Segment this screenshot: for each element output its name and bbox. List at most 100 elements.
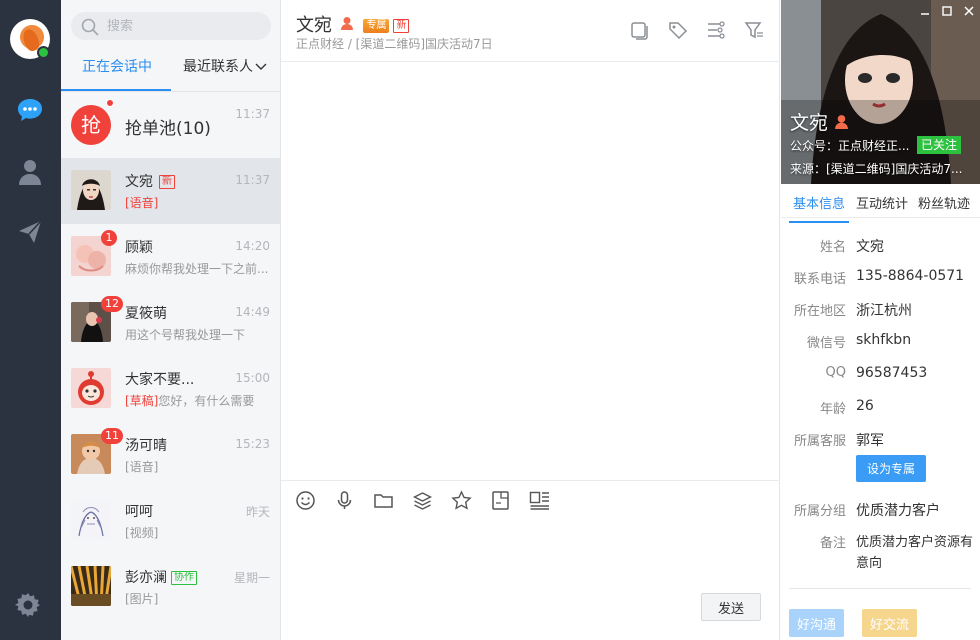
message-preview: [草稿]您好，有什么需要	[125, 394, 255, 408]
tag-good-exchange[interactable]: 好交流	[862, 609, 918, 637]
profile-tabs: 基本信息 互动统计 粉丝轨迹	[781, 184, 980, 223]
funnel-filter-icon[interactable]	[744, 20, 764, 40]
source-channel: 来源：[渠道二维码]国庆活动7...	[790, 162, 963, 176]
order-pool-item[interactable]: 抢 抢单池(10) 11:37	[61, 93, 280, 157]
message-time: 昨天	[245, 505, 270, 519]
tag-good-communication[interactable]: 好沟通	[789, 609, 845, 637]
divider	[789, 588, 971, 589]
search-icon	[81, 18, 99, 36]
official-account: 公众号：正点财经正...	[790, 139, 910, 153]
layers-icon[interactable]	[412, 490, 433, 511]
document-icon[interactable]	[490, 490, 511, 511]
composer-toolbar	[295, 490, 550, 511]
search-input[interactable]	[107, 12, 257, 40]
message-preview: [图片]	[125, 592, 159, 606]
copy-icon[interactable]	[630, 20, 650, 40]
minimize-icon[interactable]	[920, 5, 930, 15]
order-pool-time: 11:37	[235, 107, 270, 121]
exclusive-badge: 专属	[363, 19, 390, 33]
collaboration-badge: 协作	[171, 571, 197, 585]
message-preview: [语音]	[125, 196, 159, 210]
set-exclusive-button[interactable]: 设为专属	[856, 455, 926, 482]
message-time: 14:20	[235, 239, 270, 253]
list-item[interactable]: 12 夏筱萌 14:49 用这个号帮我处理一下	[61, 290, 280, 356]
settings-gear-icon[interactable]	[15, 592, 45, 622]
tab-fan-trajectory[interactable]: 粉丝轨迹	[918, 193, 970, 212]
unread-count-badge: 11	[101, 428, 123, 444]
tab-active-sessions[interactable]: 正在会话中	[61, 58, 171, 91]
message-preview: [视频]	[125, 526, 159, 540]
message-preview: [语音]	[125, 460, 159, 474]
new-badge: 新	[159, 175, 175, 189]
tab-recent-label: 最近联系人	[183, 59, 253, 75]
contacts-nav-icon[interactable]	[15, 157, 45, 187]
avatar	[71, 170, 111, 210]
chat-nav-icon[interactable]	[15, 95, 45, 125]
close-icon[interactable]	[964, 5, 974, 16]
contact-name: 顾颖	[125, 240, 153, 256]
contact-name: 汤可晴	[125, 438, 167, 454]
message-area[interactable]	[281, 62, 780, 480]
order-pool-icon: 抢	[71, 105, 111, 145]
message-time: 11:37	[235, 173, 270, 187]
contact-name: 大家不要...	[125, 372, 195, 388]
microphone-icon[interactable]	[334, 490, 355, 511]
new-badge: 新	[393, 19, 410, 33]
online-status-dot	[37, 46, 50, 59]
avatar	[71, 566, 111, 606]
profile-panel: 文宛 公众号：正点财经正... 已关注 来源：[渠道二维码]国庆活动7... 基…	[781, 0, 980, 640]
message-preview: 用这个号帮我处理一下	[125, 328, 246, 342]
list-item[interactable]: 文宛新 11:37 [语音]	[61, 158, 280, 224]
list-item[interactable]: 大家不要... 15:00 [草稿]您好，有什么需要	[61, 356, 280, 422]
contact-name: 彭亦澜 协作	[125, 567, 197, 587]
emoji-icon[interactable]	[295, 490, 316, 511]
chat-subtitle: 正点财经 / [渠道二维码]国庆活动7日	[296, 37, 493, 51]
message-time: 14:49	[235, 305, 270, 319]
list-item[interactable]: 1 顾颖 14:20 麻烦你帮我处理一下之前...	[61, 224, 280, 290]
chat-panel: 文宛 专属新 正点财经 / [渠道二维码]国庆活动7日 发送	[281, 0, 780, 640]
person-icon	[340, 17, 353, 30]
contact-name: 夏筱萌	[125, 306, 167, 322]
order-pool-name: 抢单池(10)	[125, 119, 211, 139]
unread-count-badge: 12	[101, 296, 123, 312]
tab-recent-contacts[interactable]: 最近联系人	[183, 58, 267, 86]
search-box[interactable]	[71, 12, 271, 40]
chat-header: 文宛 专属新 正点财经 / [渠道二维码]国庆活动7日	[281, 0, 780, 62]
unread-count-badge: 1	[101, 230, 117, 246]
composer: 发送	[281, 480, 780, 640]
avatar	[71, 500, 111, 540]
unread-dot	[106, 99, 114, 107]
tab-basic-info[interactable]: 基本信息	[788, 193, 850, 223]
person-icon	[835, 115, 848, 129]
contact-name: 呵呵	[125, 504, 153, 520]
list-item[interactable]: 11 汤可晴 15:23 [语音]	[61, 422, 280, 488]
list-tabs: 正在会话中 最近联系人	[61, 52, 280, 92]
avatar	[71, 368, 111, 408]
contact-name: 文宛新	[125, 171, 175, 191]
followed-badge: 已关注	[917, 136, 961, 154]
folder-icon[interactable]	[373, 490, 394, 511]
note-value: 优质潜力客户资源有意向	[856, 535, 974, 571]
message-time: 15:00	[235, 371, 270, 385]
list-item[interactable]: 呵呵 昨天 [视频]	[61, 488, 280, 554]
chat-title: 文宛 专属新	[296, 11, 410, 37]
tag-icon[interactable]	[668, 20, 688, 40]
message-preview: 麻烦你帮我处理一下之前...	[125, 262, 269, 276]
conversation-list-panel: 正在会话中 最近联系人 抢 抢单池(10) 11:37 文宛新 11:37 [语…	[61, 0, 281, 640]
filter-list-icon[interactable]	[706, 20, 726, 40]
left-rail	[0, 0, 61, 640]
tab-interaction-stats[interactable]: 互动统计	[856, 193, 908, 212]
message-input[interactable]	[295, 521, 765, 581]
star-icon[interactable]	[451, 490, 472, 511]
send-nav-icon[interactable]	[15, 217, 45, 247]
profile-hero: 文宛 公众号：正点财经正... 已关注 来源：[渠道二维码]国庆活动7...	[781, 0, 980, 184]
message-time: 15:23	[235, 437, 270, 451]
list-item[interactable]: 彭亦澜 协作 星期一 [图片]	[61, 554, 280, 620]
maximize-icon[interactable]	[942, 5, 952, 16]
message-time: 星期一	[233, 571, 270, 585]
profile-name: 文宛	[790, 108, 849, 135]
profile-cover-image	[781, 0, 980, 184]
send-button[interactable]: 发送	[701, 593, 761, 621]
chevron-down-icon	[255, 63, 267, 70]
layout-template-icon[interactable]	[529, 490, 550, 511]
